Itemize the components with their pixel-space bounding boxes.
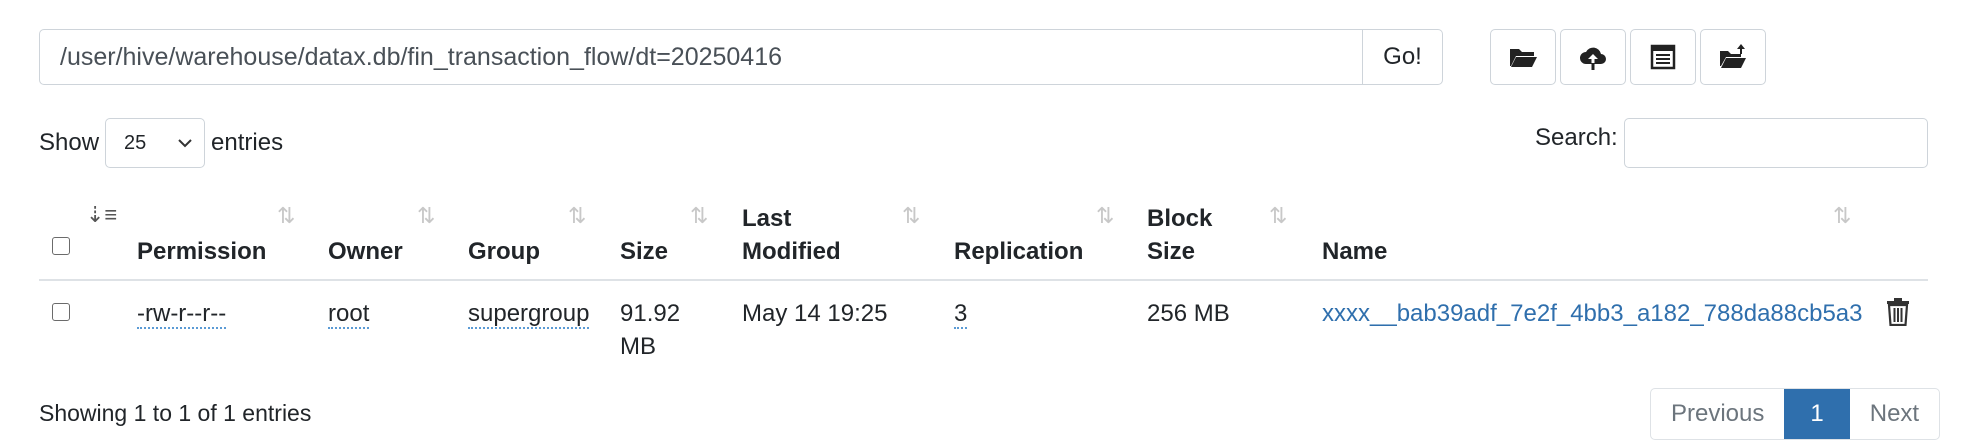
table-list-icon	[1650, 44, 1676, 70]
sort-icon[interactable]: ⇅	[1096, 203, 1114, 229]
header-owner[interactable]: Owner	[328, 235, 403, 268]
open-folder-button[interactable]	[1490, 29, 1556, 85]
sort-icon[interactable]: ⇅	[568, 203, 586, 229]
cell-block-size: 256 MB	[1147, 300, 1230, 327]
next-button[interactable]: Next	[1850, 389, 1939, 439]
header-block-size-line1: Block	[1147, 205, 1213, 232]
header-divider	[39, 279, 1928, 281]
header-last-modified-line2: Modified	[742, 238, 841, 265]
header-block-size[interactable]: Block Size	[1147, 202, 1212, 268]
cell-permission[interactable]: -rw-r--r--	[137, 297, 227, 330]
sort-icon[interactable]: ⇅	[1833, 203, 1851, 229]
search-label: Search:	[1535, 124, 1618, 151]
file-name-link[interactable]: xxxx__bab39adf_7e2f_4bb3_a182_788da88cb5…	[1322, 297, 1863, 330]
owner-value[interactable]: root	[328, 300, 370, 329]
cell-replication[interactable]: 3	[954, 297, 968, 330]
folder-upload-icon	[1720, 44, 1746, 68]
length-menu: Show 25 entries	[39, 118, 283, 168]
path-bar: Go!	[39, 29, 1443, 85]
go-button[interactable]: Go!	[1363, 29, 1443, 85]
header-block-size-line2: Size	[1147, 238, 1196, 265]
show-label: Show	[39, 129, 100, 156]
table-view-button[interactable]	[1630, 29, 1696, 85]
search-input[interactable]	[1624, 118, 1928, 168]
cell-owner[interactable]: root	[328, 297, 370, 330]
page-1-button[interactable]: 1	[1784, 389, 1850, 439]
sort-active-icon[interactable]: ⇣≡	[86, 202, 117, 228]
group-value[interactable]: supergroup	[468, 300, 590, 329]
header-last-modified-line1: Last	[742, 205, 792, 232]
path-input[interactable]	[39, 29, 1363, 85]
delete-button[interactable]	[1886, 298, 1910, 331]
cell-group[interactable]: supergroup	[468, 297, 590, 330]
pagination: Previous 1 Next	[1650, 388, 1941, 440]
header-name[interactable]: Name	[1322, 235, 1387, 268]
size-value-line1: 91.92	[620, 300, 681, 327]
cell-size: 91.92 MB	[620, 297, 680, 363]
upload-folder-button[interactable]	[1700, 29, 1766, 85]
sort-icon[interactable]: ⇅	[690, 203, 708, 229]
trash-icon	[1887, 298, 1909, 327]
header-size[interactable]: Size	[620, 235, 668, 268]
previous-button[interactable]: Previous	[1651, 389, 1784, 439]
header-replication[interactable]: Replication	[954, 235, 1083, 268]
permission-value[interactable]: -rw-r--r--	[137, 300, 227, 329]
header-group[interactable]: Group	[468, 235, 540, 268]
cloud-upload-icon	[1580, 47, 1606, 70]
entries-label: entries	[211, 129, 284, 156]
table-info: Showing 1 to 1 of 1 entries	[39, 400, 312, 426]
upload-button[interactable]	[1560, 29, 1626, 85]
sort-icon[interactable]: ⇅	[277, 203, 295, 229]
folder-open-icon	[1510, 49, 1537, 67]
sort-icon[interactable]: ⇅	[902, 203, 920, 229]
entries-select-value: 25	[124, 131, 147, 154]
header-permission[interactable]: Permission	[137, 235, 266, 268]
header-last-modified[interactable]: Last Modified	[742, 202, 841, 268]
row-checkbox[interactable]	[52, 303, 70, 321]
sort-icon[interactable]: ⇅	[1269, 203, 1287, 229]
select-all-checkbox[interactable]	[52, 237, 70, 255]
chevron-down-icon	[178, 139, 192, 148]
entries-select[interactable]: 25	[105, 118, 206, 168]
size-value-line2: MB	[620, 333, 656, 360]
replication-value[interactable]: 3	[954, 300, 968, 329]
sort-icon[interactable]: ⇅	[417, 203, 435, 229]
cell-last-modified: May 14 19:25	[742, 300, 888, 327]
